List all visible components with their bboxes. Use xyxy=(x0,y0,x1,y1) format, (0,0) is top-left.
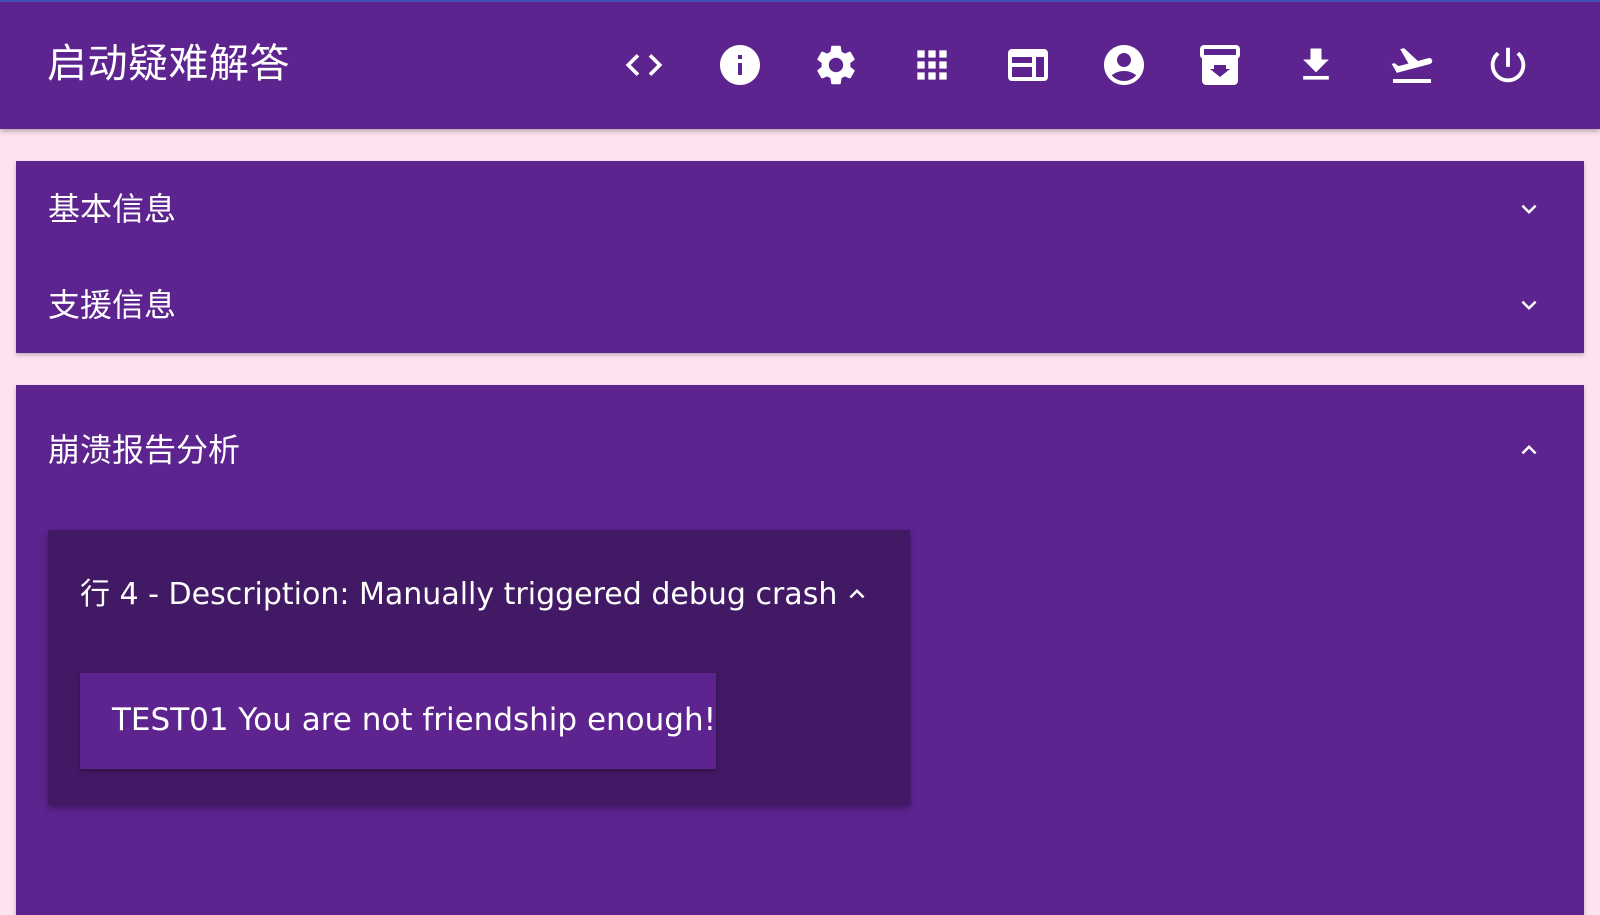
chevron-down-icon xyxy=(1521,204,1537,214)
flight-takeoff-button[interactable] xyxy=(1380,33,1444,97)
power-button[interactable] xyxy=(1476,33,1540,97)
section-support-info-label: 支援信息 xyxy=(48,286,177,324)
crash-entry-card: 行 4 - Description: Manually triggered de… xyxy=(48,530,910,805)
code-button[interactable] xyxy=(612,33,676,97)
chevron-up-icon xyxy=(1521,445,1537,455)
download-button[interactable] xyxy=(1284,33,1348,97)
apps-button[interactable] xyxy=(900,33,964,97)
account-button[interactable] xyxy=(1092,33,1156,97)
web-panel-icon xyxy=(1008,49,1048,81)
chevron-down-icon xyxy=(1521,300,1537,310)
crash-analysis-panel: 崩溃报告分析 行 4 - Description: Manually trigg… xyxy=(16,385,1584,915)
crash-entry-header[interactable]: 行 4 - Description: Manually triggered de… xyxy=(48,530,910,660)
section-crash-analysis-header[interactable]: 崩溃报告分析 xyxy=(16,402,1584,498)
info-sections-panel: 基本信息 支援信息 xyxy=(16,161,1584,353)
inbox-button[interactable] xyxy=(1188,33,1252,97)
section-support-info-header[interactable]: 支援信息 xyxy=(16,257,1584,353)
section-crash-analysis-label: 崩溃报告分析 xyxy=(48,431,241,469)
power-icon xyxy=(1490,47,1526,83)
apps-grid-icon xyxy=(917,50,947,80)
section-basic-info-header[interactable]: 基本信息 xyxy=(16,161,1584,257)
settings-gear-icon xyxy=(817,45,855,85)
crash-detail-box: TEST01 You are not friendship enough! xyxy=(80,673,716,769)
settings-button[interactable] xyxy=(804,33,868,97)
download-icon xyxy=(1303,48,1329,80)
section-basic-info-label: 基本信息 xyxy=(48,190,177,228)
web-panel-button[interactable] xyxy=(996,33,1060,97)
info-button[interactable] xyxy=(708,33,772,97)
account-circle-icon xyxy=(1104,45,1144,85)
crash-detail-text: TEST01 You are not friendship enough! xyxy=(112,702,717,738)
top-accent-line xyxy=(0,0,1600,2)
crash-entry-label: 行 4 - Description: Manually triggered de… xyxy=(80,577,838,612)
code-icon xyxy=(625,54,663,76)
inbox-icon xyxy=(1200,45,1240,85)
flight-takeoff-icon xyxy=(1391,48,1433,83)
app-bar: 启动疑难解答 xyxy=(0,0,1600,129)
chevron-up-icon xyxy=(849,589,865,599)
app-title: 启动疑难解答 xyxy=(47,41,290,87)
info-icon xyxy=(720,45,760,85)
